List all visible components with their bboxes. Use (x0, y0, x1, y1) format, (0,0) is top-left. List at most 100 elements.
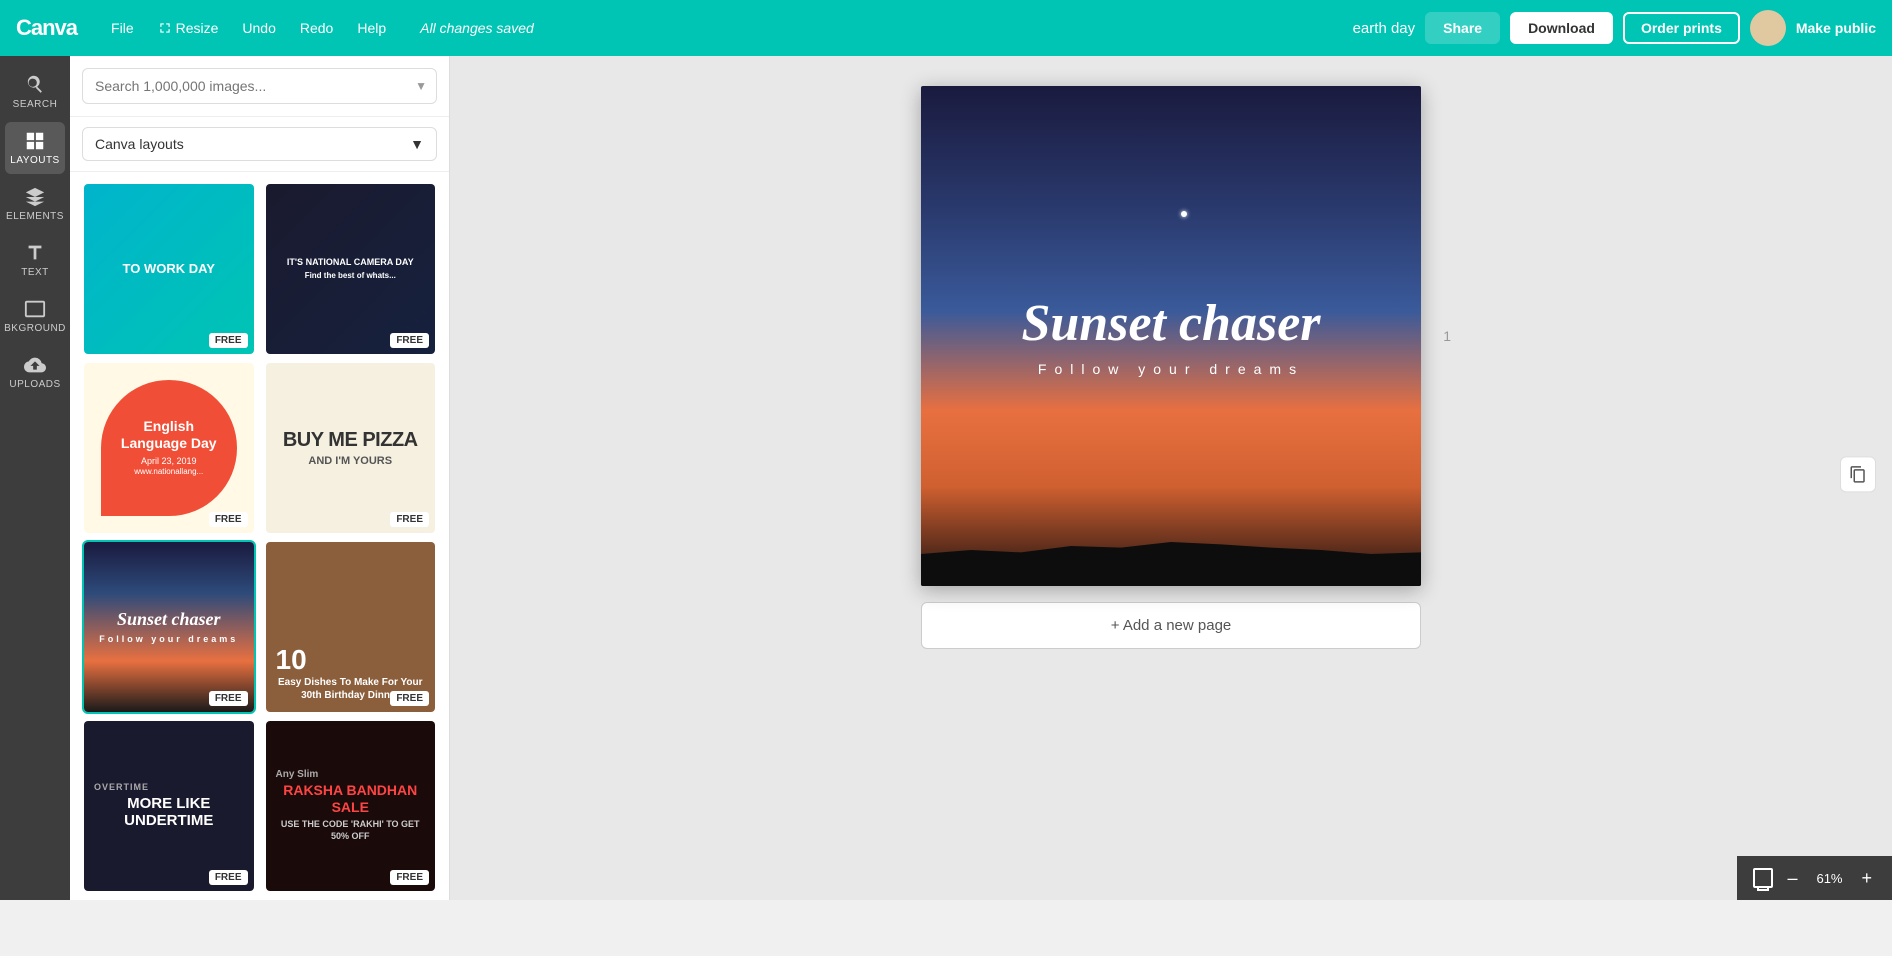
card-subtitle: Find the best of whats... (287, 271, 414, 280)
zoom-out-button[interactable]: – (1783, 864, 1801, 893)
free-badge: FREE (390, 691, 429, 706)
filter-label: Canva layouts (95, 136, 184, 152)
panel-filter-area: Canva layouts ▼ (70, 117, 449, 172)
zoom-in-button[interactable]: + (1857, 864, 1876, 893)
card-title: RAKSHA BANDHAN SALE (276, 782, 426, 816)
canvas-subtitle: Follow your dreams (1038, 361, 1304, 377)
card-content: Any Slim RAKSHA BANDHAN SALE USE THE COD… (266, 721, 436, 891)
star-decoration (1181, 211, 1187, 217)
horizon-silhouette (921, 506, 1421, 586)
sidebar-item-background[interactable]: BKGROUND (5, 290, 65, 342)
card-brand: Any Slim (276, 769, 319, 780)
template-card-sunset[interactable]: Sunset chaser Follow your dreams FREE (82, 540, 256, 714)
template-card-raksha[interactable]: Any Slim RAKSHA BANDHAN SALE USE THE COD… (264, 719, 438, 893)
main-layout: SEARCH LAYOUTS ELEMENTS TEXT BKGROUND UP… (0, 56, 1892, 900)
share-button[interactable]: Share (1425, 12, 1500, 44)
card-title: English Language Day (109, 418, 229, 452)
template-card-undertime[interactable]: OVERTIME MORE LIKE UNDERTIME FREE (82, 719, 256, 893)
redo-button[interactable]: Redo (290, 14, 343, 42)
template-card-camera-day[interactable]: IT'S NATIONAL CAMERA DAY Find the best o… (264, 182, 438, 356)
free-badge: FREE (209, 512, 248, 527)
card-content: TO WORK DAY (84, 184, 254, 354)
speech-bubble: English Language Day April 23, 2019 www.… (101, 380, 237, 516)
card-content: BUY ME PIZZA AND I'M YOURS (266, 363, 436, 533)
elements-icon (24, 186, 46, 208)
sidebar-label-uploads: UPLOADS (9, 379, 60, 390)
tool-copy-button[interactable] (1840, 456, 1876, 492)
sidebar-item-uploads[interactable]: UPLOADS (5, 346, 65, 398)
search-dropdown-icon[interactable]: ▼ (415, 79, 427, 93)
canvas-title: Sunset chaser (1021, 295, 1320, 352)
template-grid: TO WORK DAY FREE IT'S NATIONAL CAMERA DA… (70, 172, 449, 900)
resize-button[interactable]: Resize (148, 14, 229, 42)
card-title: MORE LIKE UNDERTIME (94, 796, 244, 829)
canvas-area: Sunset chaser Follow your dreams 1 + Add… (450, 56, 1892, 900)
sidebar-item-search[interactable]: SEARCH (5, 66, 65, 118)
copy-icon (1849, 465, 1867, 483)
background-icon (24, 298, 46, 320)
avatar[interactable] (1750, 10, 1786, 46)
layouts-panel: ▼ Canva layouts ▼ TO WORK DAY FREE (70, 56, 450, 900)
sidebar-label-search: SEARCH (13, 99, 58, 110)
saved-status: All changes saved (420, 20, 534, 36)
card-title: Sunset chaser (117, 609, 221, 630)
filter-chevron-icon: ▼ (410, 136, 424, 152)
resize-icon (158, 21, 172, 35)
topbar-right: earth day Share Download Order prints Ma… (1353, 10, 1876, 46)
uploads-icon (24, 354, 46, 376)
order-prints-button[interactable]: Order prints (1623, 12, 1740, 44)
help-button[interactable]: Help (347, 14, 396, 42)
free-badge: FREE (390, 512, 429, 527)
add-page-button[interactable]: + Add a new page (921, 602, 1421, 649)
right-tools (1840, 456, 1876, 492)
card-subtitle: Follow your dreams (99, 634, 238, 644)
make-public-button[interactable]: Make public (1796, 20, 1876, 36)
card-subtitle: AND I'M YOURS (308, 455, 392, 467)
search-input[interactable] (82, 68, 437, 104)
text-icon (24, 242, 46, 264)
card-number: 10 (276, 644, 307, 676)
template-card-work-day[interactable]: TO WORK DAY FREE (82, 182, 256, 356)
sidebar-item-layouts[interactable]: LAYOUTS (5, 122, 65, 174)
free-badge: FREE (390, 333, 429, 348)
card-url: www.nationallang... (134, 467, 203, 477)
template-card-pizza[interactable]: BUY ME PIZZA AND I'M YOURS FREE (264, 361, 438, 535)
card-content: English Language Day April 23, 2019 www.… (84, 363, 254, 533)
top-nav: File Resize Undo Redo Help (101, 14, 396, 42)
download-button[interactable]: Download (1510, 12, 1613, 44)
sidebar-label-layouts: LAYOUTS (10, 155, 59, 166)
file-menu[interactable]: File (101, 14, 144, 42)
page-number: 1 (1443, 328, 1451, 344)
monitor-icon[interactable] (1753, 868, 1773, 888)
card-title: TO WORK DAY (123, 261, 215, 277)
topbar: Canva File Resize Undo Redo Help All cha… (0, 0, 1892, 56)
card-title: IT'S NATIONAL CAMERA DAY (287, 257, 414, 267)
card-subtitle: USE THE CODE 'RAKHI' TO GET 50% OFF (276, 819, 426, 842)
free-badge: FREE (209, 333, 248, 348)
sidebar-label-text: TEXT (21, 267, 49, 278)
sidebar-label-background: BKGROUND (4, 323, 66, 334)
template-card-english[interactable]: English Language Day April 23, 2019 www.… (82, 361, 256, 535)
canvas-wrapper: Sunset chaser Follow your dreams 1 (921, 86, 1421, 586)
template-card-dishes[interactable]: 10 Easy Dishes To Make For Your 30th Bir… (264, 540, 438, 714)
card-date: April 23, 2019 (141, 456, 197, 468)
project-name[interactable]: earth day (1353, 20, 1416, 37)
sidebar-item-elements[interactable]: ELEMENTS (5, 178, 65, 230)
free-badge: FREE (390, 870, 429, 885)
canvas[interactable]: Sunset chaser Follow your dreams (921, 86, 1421, 586)
search-wrapper: ▼ (82, 68, 437, 104)
layouts-icon (24, 130, 46, 152)
filter-dropdown[interactable]: Canva layouts ▼ (82, 127, 437, 161)
zoom-bar: – 61% + (1737, 856, 1892, 900)
free-badge: FREE (209, 691, 248, 706)
card-content: 10 Easy Dishes To Make For Your 30th Bir… (266, 542, 436, 712)
card-content: Sunset chaser Follow your dreams (84, 542, 254, 712)
card-content: OVERTIME MORE LIKE UNDERTIME (84, 721, 254, 891)
left-sidebar: SEARCH LAYOUTS ELEMENTS TEXT BKGROUND UP… (0, 56, 70, 900)
panel-search-area: ▼ (70, 56, 449, 117)
free-badge: FREE (209, 870, 248, 885)
sidebar-item-text[interactable]: TEXT (5, 234, 65, 286)
undo-button[interactable]: Undo (232, 14, 285, 42)
canva-logo[interactable]: Canva (16, 15, 77, 41)
zoom-level: 61% (1811, 871, 1847, 886)
